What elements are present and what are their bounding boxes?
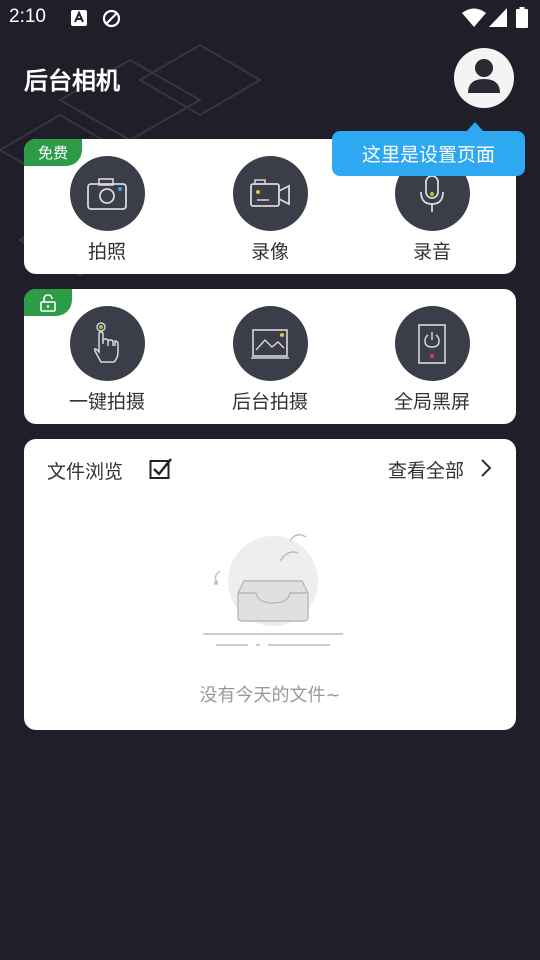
picture-frame-icon bbox=[251, 328, 289, 359]
checkbox-icon[interactable] bbox=[149, 458, 173, 480]
one-tap-icon-circle bbox=[69, 306, 145, 381]
black-screen-icon-circle bbox=[394, 306, 470, 381]
audio-label: 录音 bbox=[412, 241, 451, 263]
one-tap-shoot-button[interactable]: 一键拍摄 bbox=[27, 306, 187, 414]
data-saver-icon bbox=[102, 9, 121, 28]
background-shoot-label: 后台拍摄 bbox=[231, 391, 308, 413]
photo-icon-circle bbox=[69, 156, 145, 231]
video-label: 录像 bbox=[250, 241, 289, 263]
microphone-icon bbox=[420, 174, 444, 212]
photo-button[interactable]: 拍照 bbox=[27, 156, 187, 264]
battery-icon bbox=[516, 7, 528, 28]
tap-finger-icon bbox=[93, 321, 119, 363]
wifi-icon bbox=[462, 8, 486, 27]
status-time: 2:10 bbox=[9, 6, 46, 27]
user-icon bbox=[468, 59, 500, 93]
black-screen-label: 全局黑屏 bbox=[393, 391, 470, 413]
status-bar: 2:10 bbox=[0, 0, 540, 38]
empty-box-illustration bbox=[203, 534, 343, 646]
file-browse-title: 文件浏览 bbox=[47, 461, 124, 483]
premium-features-card: 一键拍摄 后台拍摄 全局黑屏 bbox=[24, 289, 516, 424]
cell-signal-icon bbox=[489, 8, 507, 27]
video-button[interactable]: 录像 bbox=[190, 156, 350, 264]
video-camera-icon bbox=[250, 178, 290, 207]
settings-tooltip: 这里是设置页面 bbox=[332, 122, 525, 176]
app-title: 后台相机 bbox=[24, 67, 120, 95]
text-a-icon bbox=[71, 10, 87, 26]
settings-avatar-button[interactable] bbox=[454, 48, 514, 108]
file-browse-card: 文件浏览 查看全部 没有今天的文件~ bbox=[24, 439, 516, 730]
background-shoot-icon-circle bbox=[232, 306, 308, 381]
chevron-right-icon[interactable] bbox=[480, 458, 492, 478]
empty-state-text: 没有今天的文件~ bbox=[199, 685, 341, 706]
camera-icon bbox=[87, 177, 127, 210]
view-all-link[interactable]: 查看全部 bbox=[388, 456, 464, 483]
video-icon-circle bbox=[232, 156, 308, 231]
background-shoot-button[interactable]: 后台拍摄 bbox=[190, 306, 350, 414]
power-icon bbox=[418, 323, 446, 364]
photo-label: 拍照 bbox=[87, 241, 126, 263]
one-tap-label: 一键拍摄 bbox=[68, 391, 145, 413]
black-screen-button[interactable]: 全局黑屏 bbox=[352, 306, 512, 414]
